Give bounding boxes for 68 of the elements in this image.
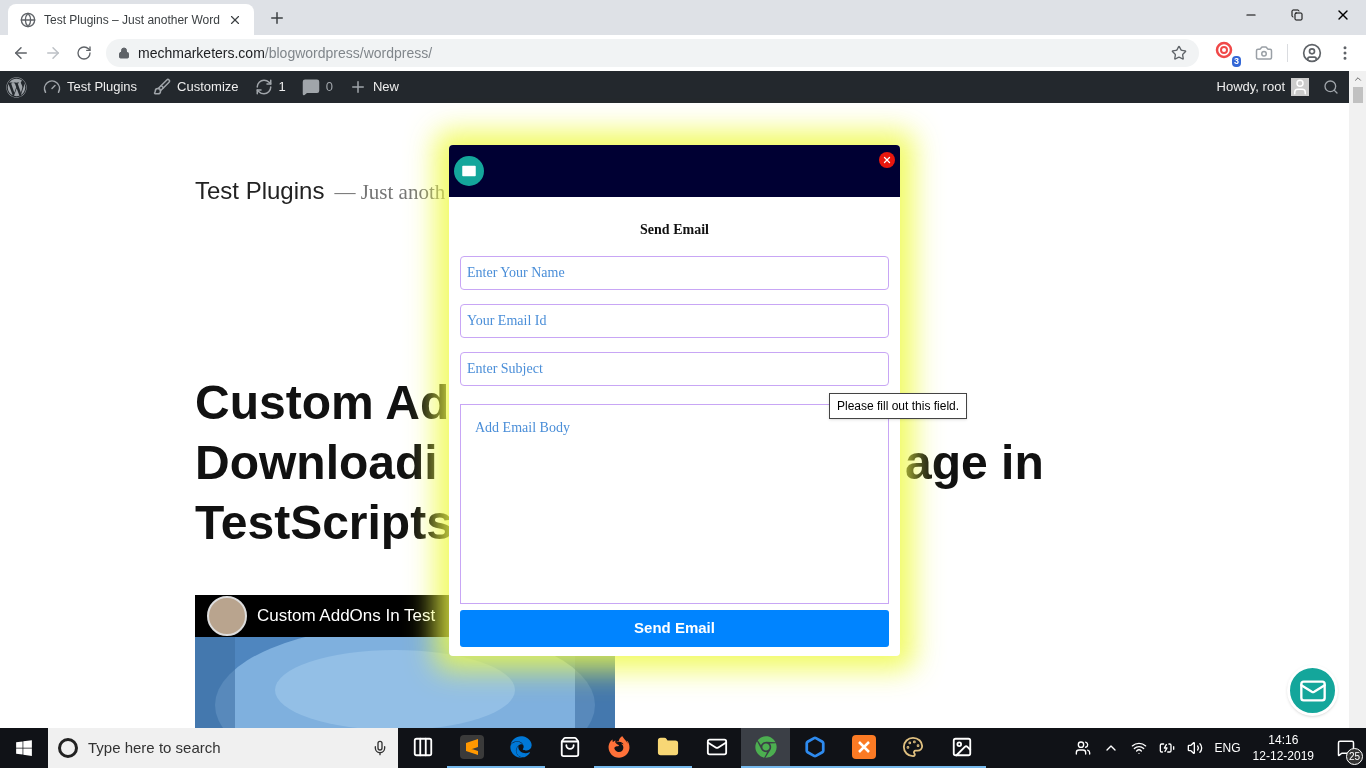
xampp-icon (851, 735, 876, 759)
lock-icon (118, 47, 130, 59)
close-icon[interactable] (879, 152, 895, 168)
admin-bar-item[interactable]: 1 (254, 77, 286, 97)
input-field[interactable]: Enter Your Name (460, 256, 889, 290)
search-icon[interactable] (1323, 79, 1339, 95)
edge-icon (509, 736, 532, 758)
tab-title: Test Plugins – Just another Word (44, 11, 220, 29)
hexagon-icon (803, 736, 826, 758)
comment-icon (301, 78, 320, 96)
notification-count: 25 (1345, 748, 1363, 765)
dashboard-icon (43, 78, 61, 96)
bookmark-star-icon[interactable] (1171, 45, 1187, 61)
notification-button[interactable]: 25 (1326, 728, 1366, 768)
dialog-title: Send Email (639, 221, 710, 239)
reload-icon[interactable] (76, 45, 92, 61)
address-bar[interactable]: mechmarketers.com/blogwordpress/wordpress/ (106, 39, 1199, 67)
camera-icon[interactable] (1255, 44, 1273, 62)
plus-icon (349, 78, 367, 96)
firefox-icon (607, 736, 630, 758)
sublime-icon (459, 735, 484, 759)
browser-tab[interactable]: Test Plugins – Just another Word (8, 4, 254, 35)
volume-icon[interactable] (1186, 740, 1203, 756)
post-heading: age in (905, 435, 1044, 491)
floating-mail-button[interactable] (1287, 665, 1338, 716)
globe-icon (20, 11, 36, 28)
extension-icon (1215, 41, 1233, 59)
microphone-icon[interactable] (372, 740, 388, 756)
chrome-icon (754, 736, 777, 758)
task-view-icon (411, 736, 434, 758)
clock[interactable]: 14:16 12-12-2019 (1252, 732, 1314, 764)
video-title: Custom AddOns In Test (257, 605, 436, 628)
cortana-icon (58, 738, 78, 758)
admin-bar-item[interactable]: New (349, 77, 399, 97)
profile-icon[interactable] (1302, 43, 1322, 63)
url-text: mechmarketers.com/blogwordpress/wordpress/ (138, 43, 434, 63)
restore-icon (1291, 9, 1303, 21)
account-menu[interactable]: Howdy, root (1216, 77, 1309, 97)
brush-icon (153, 78, 172, 96)
folder-icon (656, 736, 679, 758)
avatar-icon (1291, 78, 1309, 96)
site-title[interactable]: Test Plugins (195, 173, 325, 209)
people-icon[interactable] (1074, 740, 1091, 756)
taskbar-search-field[interactable]: Type here to search (48, 728, 398, 768)
extension-badge: 3 (1232, 56, 1241, 67)
wordpress-logo-icon[interactable] (6, 76, 27, 98)
admin-bar-item[interactable]: Customize (153, 77, 239, 97)
send-email-button[interactable]: Send Email (460, 610, 889, 647)
post-heading: Downloadi (195, 435, 439, 491)
palette-icon (901, 736, 924, 758)
validation-tooltip: Please fill out this field. (829, 393, 968, 419)
input-field[interactable]: Enter Subject (460, 352, 889, 386)
language-indicator[interactable]: ENG (1214, 739, 1241, 757)
wifi-icon[interactable] (1130, 740, 1147, 756)
scrollbar-thumb[interactable] (1352, 87, 1363, 103)
scroll-up-icon[interactable] (1352, 74, 1363, 84)
back-icon[interactable] (12, 44, 30, 62)
admin-bar-item[interactable]: Test Plugins (43, 77, 138, 97)
refresh-icon (254, 78, 273, 96)
battery-icon[interactable] (1158, 740, 1175, 756)
extension-button[interactable]: 3 (1213, 39, 1241, 67)
photos-icon (950, 736, 973, 758)
input-field[interactable]: Your Email Id (460, 304, 889, 338)
admin-bar-item[interactable]: 0 (301, 77, 333, 97)
windows-logo-icon (15, 739, 33, 757)
store-icon (558, 736, 581, 758)
post-heading: Custom Ad (195, 375, 449, 431)
scrollbar[interactable] (1349, 71, 1366, 728)
